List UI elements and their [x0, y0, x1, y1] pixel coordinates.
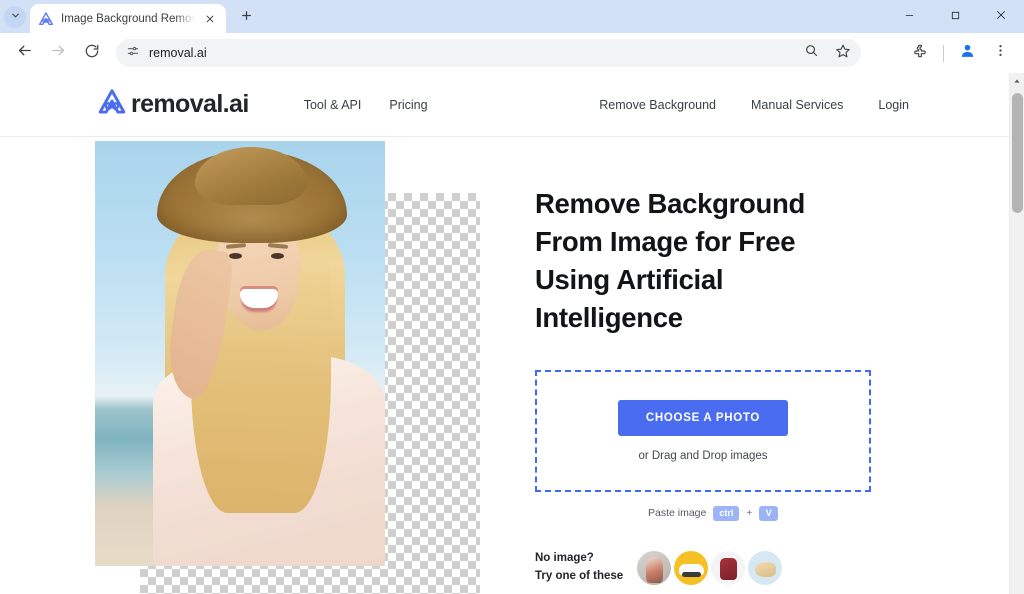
toolbar-divider — [943, 44, 944, 62]
forward-button[interactable] — [42, 37, 74, 69]
choose-photo-button[interactable]: CHOOSE A PHOTO — [617, 399, 789, 436]
no-image-line: No image? — [535, 551, 594, 564]
plus-separator: + — [746, 507, 753, 519]
sample-images-section: No image? Try one of these — [535, 550, 1009, 586]
photo-subject — [95, 141, 385, 566]
nav-pricing[interactable]: Pricing — [389, 98, 427, 112]
sample-car[interactable] — [674, 550, 709, 585]
site-header: removal.ai Tool & API Pricing Remove Bac… — [0, 73, 1009, 137]
new-tab-button[interactable] — [232, 4, 260, 32]
browser-titlebar: Image Background Remover | R — [0, 0, 1024, 33]
ctrl-key-badge: ctrl — [713, 505, 740, 521]
sample-backpack[interactable] — [711, 550, 746, 585]
sample-thumbnails — [637, 550, 783, 585]
hero-image-container — [95, 137, 480, 594]
forward-arrow-icon — [50, 42, 67, 64]
hero-section: Remove Background From Image for Free Us… — [0, 137, 1009, 594]
search-magnifier-icon[interactable] — [804, 43, 819, 63]
window-close-icon — [995, 8, 1007, 26]
v-key-badge: V — [759, 505, 779, 521]
back-button[interactable] — [8, 37, 40, 69]
removal-ai-mark-icon — [95, 87, 129, 122]
minimize-icon — [904, 8, 915, 26]
browser-tab[interactable]: Image Background Remover | R — [30, 4, 226, 33]
tab-search-area — [0, 0, 30, 33]
close-icon[interactable] — [202, 11, 218, 27]
drag-drop-hint: or Drag and Drop images — [638, 449, 768, 462]
profile-button[interactable] — [951, 37, 983, 69]
hero-copy: Remove Background From Image for Free Us… — [480, 137, 1009, 594]
nav-remove-background[interactable]: Remove Background — [599, 98, 716, 112]
minimize-button[interactable] — [886, 0, 932, 33]
chevron-down-icon — [10, 8, 21, 26]
removal-ai-logo-icon — [38, 11, 54, 27]
secondary-nav: Remove Background Manual Services Login — [599, 98, 909, 112]
primary-nav: Tool & API Pricing — [304, 98, 428, 112]
page-title: Remove Background From Image for Free Us… — [535, 188, 805, 333]
page-scrollbar[interactable] — [1009, 73, 1024, 594]
profile-avatar-icon — [959, 42, 976, 64]
maximize-button[interactable] — [932, 0, 978, 33]
paste-label: Paste image — [648, 507, 707, 520]
sample-images-label: No image? Try one of these — [535, 550, 623, 586]
hero-before-after-photo — [95, 141, 385, 566]
window-close-button[interactable] — [978, 0, 1024, 33]
scroll-up-button[interactable] — [1013, 73, 1021, 88]
browser-toolbar: removal.ai — [0, 33, 1024, 73]
sample-couple[interactable] — [637, 550, 672, 585]
upload-dropzone[interactable]: CHOOSE A PHOTO or Drag and Drop images — [535, 369, 871, 492]
nav-manual-services[interactable]: Manual Services — [751, 98, 843, 112]
back-arrow-icon — [16, 42, 33, 64]
paste-image-hint: Paste image ctrl + V — [535, 505, 1009, 521]
reload-icon — [84, 43, 100, 64]
plus-icon — [240, 9, 253, 27]
maximize-icon — [950, 8, 961, 26]
try-one-line: Try one of these — [535, 569, 624, 582]
toolbar-right-actions — [904, 37, 1016, 69]
url-text[interactable]: removal.ai — [149, 46, 207, 60]
browser-menu-button[interactable] — [984, 37, 1016, 69]
three-dot-menu-icon — [993, 43, 1008, 63]
extensions-button[interactable] — [904, 37, 936, 69]
brand-name: removal.ai — [131, 90, 249, 118]
scrollbar-thumb[interactable] — [1011, 93, 1023, 213]
reload-button[interactable] — [76, 37, 108, 69]
site-logo[interactable]: removal.ai — [95, 87, 249, 122]
star-bookmark-icon[interactable] — [835, 43, 851, 64]
tab-title: Image Background Remover | R — [61, 12, 195, 25]
sample-dog[interactable] — [748, 550, 783, 585]
scrollbar-track[interactable] — [1010, 88, 1024, 594]
address-bar[interactable]: removal.ai — [116, 39, 861, 67]
site-settings-icon[interactable] — [126, 44, 140, 63]
puzzle-extensions-icon — [912, 43, 928, 64]
tab-search-button[interactable] — [4, 5, 26, 28]
removal-ai-page: removal.ai Tool & API Pricing Remove Bac… — [0, 73, 1009, 594]
omnibox-actions — [804, 43, 851, 64]
browser-window: Image Background Remover | R — [0, 0, 1024, 594]
window-controls — [886, 0, 1024, 33]
page-viewport: removal.ai Tool & API Pricing Remove Bac… — [0, 73, 1024, 594]
nav-tool-api[interactable]: Tool & API — [304, 98, 362, 112]
nav-login[interactable]: Login — [878, 98, 909, 112]
